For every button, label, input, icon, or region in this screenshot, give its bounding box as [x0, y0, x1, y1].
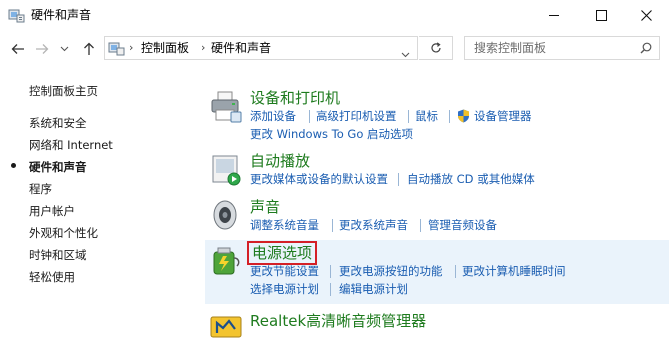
- forward-arrow-icon: [36, 44, 49, 54]
- category-title-devices-and-printers[interactable]: 设备和打印机: [250, 89, 340, 107]
- link-autoplay-cd-or-other-media[interactable]: 自动播放 CD 或其他媒体: [407, 172, 535, 187]
- category-realtek-audio-manager: Realtek高清晰音频管理器: [205, 306, 669, 345]
- link-separator: [455, 265, 456, 278]
- link-separator: [332, 219, 333, 232]
- link-adjust-system-volume[interactable]: 调整系统音量: [250, 218, 319, 233]
- nav-system-and-security[interactable]: 系统和安全: [29, 116, 87, 130]
- navigation-bar: › 控制面板 › 硬件和声音 搜索控制面板: [0, 31, 669, 67]
- maximize-button[interactable]: [578, 0, 624, 31]
- shield-icon: [457, 109, 470, 127]
- category-devices-and-printers: 设备和打印机 添加设备 高级打印机设置 鼠标 设备管理器 更改 Windows …: [205, 86, 669, 148]
- search-placeholder: 搜索控制面板: [474, 41, 547, 55]
- link-change-power-saving-settings[interactable]: 更改节能设置: [250, 264, 319, 279]
- address-bar[interactable]: › 控制面板 › 硬件和声音: [104, 36, 418, 60]
- chevron-down-icon: [401, 52, 410, 58]
- chevron-down-icon: [60, 46, 68, 52]
- realtek-audio-icon: [209, 311, 243, 345]
- link-edit-power-plan[interactable]: 编辑电源计划: [339, 282, 408, 297]
- address-dropdown-button[interactable]: [401, 43, 410, 62]
- current-page-bullet: [11, 163, 16, 168]
- nav-clock-and-region[interactable]: 时钟和区域: [29, 248, 87, 262]
- link-device-manager[interactable]: 设备管理器: [474, 109, 532, 124]
- back-button[interactable]: [8, 39, 28, 59]
- nav-programs[interactable]: 程序: [29, 182, 52, 196]
- link-separator: [408, 110, 409, 123]
- link-separator: [449, 110, 450, 123]
- link-mouse[interactable]: 鼠标: [415, 109, 438, 124]
- category-title-autoplay[interactable]: 自动播放: [250, 152, 310, 170]
- autoplay-links-row: 更改媒体或设备的默认设置 自动播放 CD 或其他媒体: [250, 172, 669, 187]
- devices-links-row-2: 更改 Windows To Go 启动选项: [250, 127, 669, 142]
- power-links-row-1: 更改节能设置 更改电源按钮的功能 更改计算机睡眠时间: [250, 264, 669, 279]
- control-panel-icon: [108, 40, 126, 57]
- category-title-realtek-audio-manager[interactable]: Realtek高清晰音频管理器: [250, 312, 426, 330]
- maximize-icon: [595, 10, 607, 21]
- devices-links-row-1: 添加设备 高级打印机设置 鼠标 设备管理器: [250, 109, 669, 124]
- search-input[interactable]: 搜索控制面板: [464, 36, 660, 60]
- window-title: 硬件和声音: [31, 8, 92, 22]
- search-icon: [640, 42, 652, 54]
- recent-locations-button[interactable]: [57, 39, 71, 59]
- category-sound: 声音 调整系统音量 更改系统声音 管理音频设备: [205, 194, 669, 238]
- link-windows-to-go-startup[interactable]: 更改 Windows To Go 启动选项: [250, 127, 413, 142]
- forward-button[interactable]: [32, 39, 52, 59]
- nav-network-and-internet[interactable]: 网络和 Internet: [29, 138, 113, 152]
- sound-links-row: 调整系统音量 更改系统声音 管理音频设备: [250, 218, 669, 233]
- left-navigation-pane: 控制面板主页 系统和安全 网络和 Internet 硬件和声音 程序 用户帐户 …: [0, 67, 205, 345]
- link-add-device[interactable]: 添加设备: [250, 109, 296, 124]
- category-title-power-options[interactable]: 电源选项: [246, 241, 318, 265]
- minimize-icon: [549, 15, 559, 16]
- nav-control-panel-home[interactable]: 控制面板主页: [29, 84, 98, 98]
- link-manage-audio-devices[interactable]: 管理音频设备: [428, 218, 497, 233]
- up-button[interactable]: [79, 39, 99, 59]
- nav-appearance-and-personalization[interactable]: 外观和个性化: [29, 226, 98, 240]
- up-arrow-icon: [84, 42, 94, 55]
- power-links-row-2: 选择电源计划 编辑电源计划: [250, 282, 669, 297]
- link-separator: [420, 219, 421, 232]
- link-change-computer-sleep-time[interactable]: 更改计算机睡眠时间: [462, 264, 566, 279]
- printer-icon: [209, 90, 243, 124]
- link-separator: [330, 283, 331, 296]
- link-change-default-media-settings[interactable]: 更改媒体或设备的默认设置: [250, 172, 388, 187]
- chevron-right-icon: ›: [129, 41, 134, 54]
- back-arrow-icon: [11, 44, 24, 54]
- link-change-system-sounds[interactable]: 更改系统声音: [339, 218, 408, 233]
- link-separator: [309, 110, 310, 123]
- autoplay-icon: [209, 152, 243, 186]
- link-change-power-button-function[interactable]: 更改电源按钮的功能: [339, 264, 443, 279]
- breadcrumb-control-panel[interactable]: 控制面板: [141, 41, 189, 56]
- chevron-right-icon: ›: [201, 41, 206, 54]
- category-autoplay: 自动播放 更改媒体或设备的默认设置 自动播放 CD 或其他媒体: [205, 148, 669, 192]
- refresh-button[interactable]: [419, 36, 453, 60]
- nav-ease-of-access[interactable]: 轻松使用: [29, 270, 75, 284]
- link-separator: [398, 173, 399, 186]
- category-title-sound[interactable]: 声音: [250, 198, 280, 216]
- breadcrumb-hardware-and-sound[interactable]: 硬件和声音: [211, 41, 271, 56]
- link-separator: [330, 265, 331, 278]
- nav-hardware-and-sound[interactable]: 硬件和声音: [29, 160, 87, 174]
- nav-user-accounts[interactable]: 用户帐户: [29, 204, 75, 218]
- refresh-icon: [430, 42, 441, 53]
- power-options-icon: [209, 244, 243, 278]
- minimize-button[interactable]: [531, 0, 577, 31]
- close-icon: [640, 10, 652, 21]
- title-bar: 硬件和声音: [0, 0, 669, 31]
- speaker-icon: [209, 198, 243, 232]
- link-choose-power-plan[interactable]: 选择电源计划: [250, 282, 319, 297]
- close-button[interactable]: [623, 0, 669, 31]
- link-advanced-printer-setup[interactable]: 高级打印机设置: [316, 109, 397, 124]
- control-panel-icon: [8, 7, 25, 24]
- category-power-options: 电源选项 更改节能设置 更改电源按钮的功能 更改计算机睡眠时间 选择电源计划 编…: [205, 240, 669, 304]
